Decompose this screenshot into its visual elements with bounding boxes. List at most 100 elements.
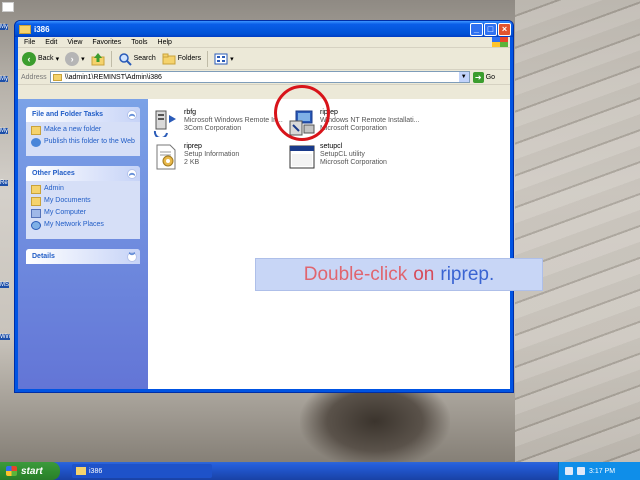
place-my-computer-link[interactable]: My Computer [31,209,135,218]
panel-title: File and Folder Tasks [32,111,104,118]
toolbar-separator [207,50,209,67]
taskbar: start i386 3:17 PM [0,462,640,480]
file-meta: riprep Setup Information 2 KB [184,143,239,171]
folder-icon [76,467,86,475]
network-icon [31,221,41,230]
desktop-icon-label: My [0,128,8,134]
desktop-icon-label: Re [0,180,8,186]
menu-view[interactable]: View [67,39,82,46]
link-label: Publish this folder to the Web [44,138,135,145]
globe-icon [31,138,41,147]
volume-tray-icon[interactable] [577,467,585,475]
file-description: Windows NT Remote Installati... [320,117,420,124]
make-new-folder-link[interactable]: Make a new folder [31,126,135,135]
forward-button[interactable]: › ▾ [65,51,85,66]
callout-preposition: on [413,263,435,285]
start-label: start [21,465,43,477]
folders-button[interactable]: Folders [162,52,201,66]
callout-target: riprep. [440,263,495,285]
title-bar[interactable]: i386 _ □ × [15,21,513,37]
setup-information-icon [156,144,176,170]
place-my-documents-link[interactable]: My Documents [31,197,135,206]
taskbar-item-i386[interactable]: i386 [72,464,212,478]
wallpaper-boards [515,0,640,470]
back-dropdown-icon[interactable]: ▾ [56,55,60,63]
desktop-icon-label: My [0,24,8,30]
file-item-riprep-inf[interactable]: riprep Setup Information 2 KB [152,143,239,171]
clock[interactable]: 3:17 PM [589,468,615,475]
file-company: Microsoft Corporation [320,159,387,166]
back-button[interactable]: ‹ Back ▾ [22,51,60,66]
file-meta: setupcl SetupCL utility Microsoft Corpor… [320,143,387,171]
search-button[interactable]: Search [118,52,156,66]
file-folder-tasks-panel: File and Folder Tasks ︽ Make a new folde… [26,107,140,156]
minimize-button[interactable]: _ [470,22,483,36]
details-panel: Details ︾ [26,249,140,264]
desktop-icon-top[interactable] [0,2,18,13]
menu-file[interactable]: File [24,39,35,46]
panel-header[interactable]: Other Places ︽ [26,166,140,181]
address-dropdown-icon[interactable]: ▼ [458,72,469,82]
folder-icon [31,185,41,194]
menu-help[interactable]: Help [158,39,172,46]
documents-folder-icon [31,197,41,206]
new-folder-icon [31,126,41,135]
file-name: setupcl [320,143,343,150]
callout-action: Double-click [303,263,408,285]
network-tray-icon[interactable] [565,467,573,475]
place-my-network-link[interactable]: My Network Places [31,221,135,230]
panel-header[interactable]: Details ︾ [26,249,140,264]
menu-edit[interactable]: Edit [45,39,57,46]
folders-label: Folders [177,55,202,62]
panel-header[interactable]: File and Folder Tasks ︽ [26,107,140,122]
setupcl-program-icon [289,145,315,169]
file-item-rbfg[interactable]: rbfg Microsoft Windows Remote In... 3Com… [152,109,283,137]
other-places-panel: Other Places ︽ Admin My Documents My Com… [26,166,140,239]
views-dropdown-icon[interactable]: ▾ [230,55,234,63]
back-arrow-icon: ‹ [22,51,36,66]
panel-title: Details [32,253,55,260]
file-list: rbfg Microsoft Windows Remote In... 3Com… [148,99,510,389]
forward-dropdown-icon[interactable]: ▾ [81,55,85,63]
back-label: Back [38,55,54,62]
publish-folder-link[interactable]: Publish this folder to the Web [31,138,135,147]
file-size: 2 KB [184,159,200,166]
up-folder-icon [91,52,105,65]
link-label: My Documents [44,197,91,204]
toolbar-separator [110,50,112,67]
file-item-setupcl[interactable]: setupcl SetupCL utility Microsoft Corpor… [288,143,387,171]
file-meta: riprep Windows NT Remote Installati... M… [320,109,419,137]
folder-icon [52,73,62,81]
file-company: Microsoft Corporation [320,125,387,132]
close-button[interactable]: × [498,22,511,36]
chevron-down-icon[interactable]: ︾ [127,251,137,262]
file-description: SetupCL utility [320,151,365,158]
system-tray: 3:17 PM [558,462,640,480]
chevron-up-icon[interactable]: ︽ [127,168,137,179]
instruction-callout: Double-click on riprep. [255,258,543,291]
taskbar-item-label: i386 [89,467,103,475]
views-button[interactable]: ▾ [214,52,234,66]
go-button[interactable]: ➜ Go [472,71,495,83]
search-icon [118,52,132,66]
address-path: \\admin1\REMINST\Admin\i386 [64,73,162,81]
desktop-doc-icon [2,2,14,12]
link-label: Make a new folder [44,126,102,133]
menu-favorites[interactable]: Favorites [92,39,121,46]
panel-title: Other Places [32,170,75,177]
desktop-icon-label: MS [0,282,9,288]
place-admin-link[interactable]: Admin [31,185,135,194]
file-company: 3Com Corporation [184,125,242,132]
maximize-button[interactable]: □ [484,22,497,36]
desktop-icon-label: Win [0,334,11,340]
up-folder-button[interactable] [91,52,105,66]
start-button[interactable]: start [0,462,60,480]
toolbar: ‹ Back ▾ › ▾ Search Folders ▾ [18,48,510,70]
chevron-up-icon[interactable]: ︽ [127,109,137,120]
riprep-highlight-circle [274,85,330,141]
menu-bar: File Edit View Favorites Tools Help [18,37,510,48]
rbfg-program-icon [153,110,176,137]
folders-icon [162,53,176,64]
address-input[interactable]: \\admin1\REMINST\Admin\i386 ▼ [49,71,470,83]
menu-tools[interactable]: Tools [131,39,147,46]
